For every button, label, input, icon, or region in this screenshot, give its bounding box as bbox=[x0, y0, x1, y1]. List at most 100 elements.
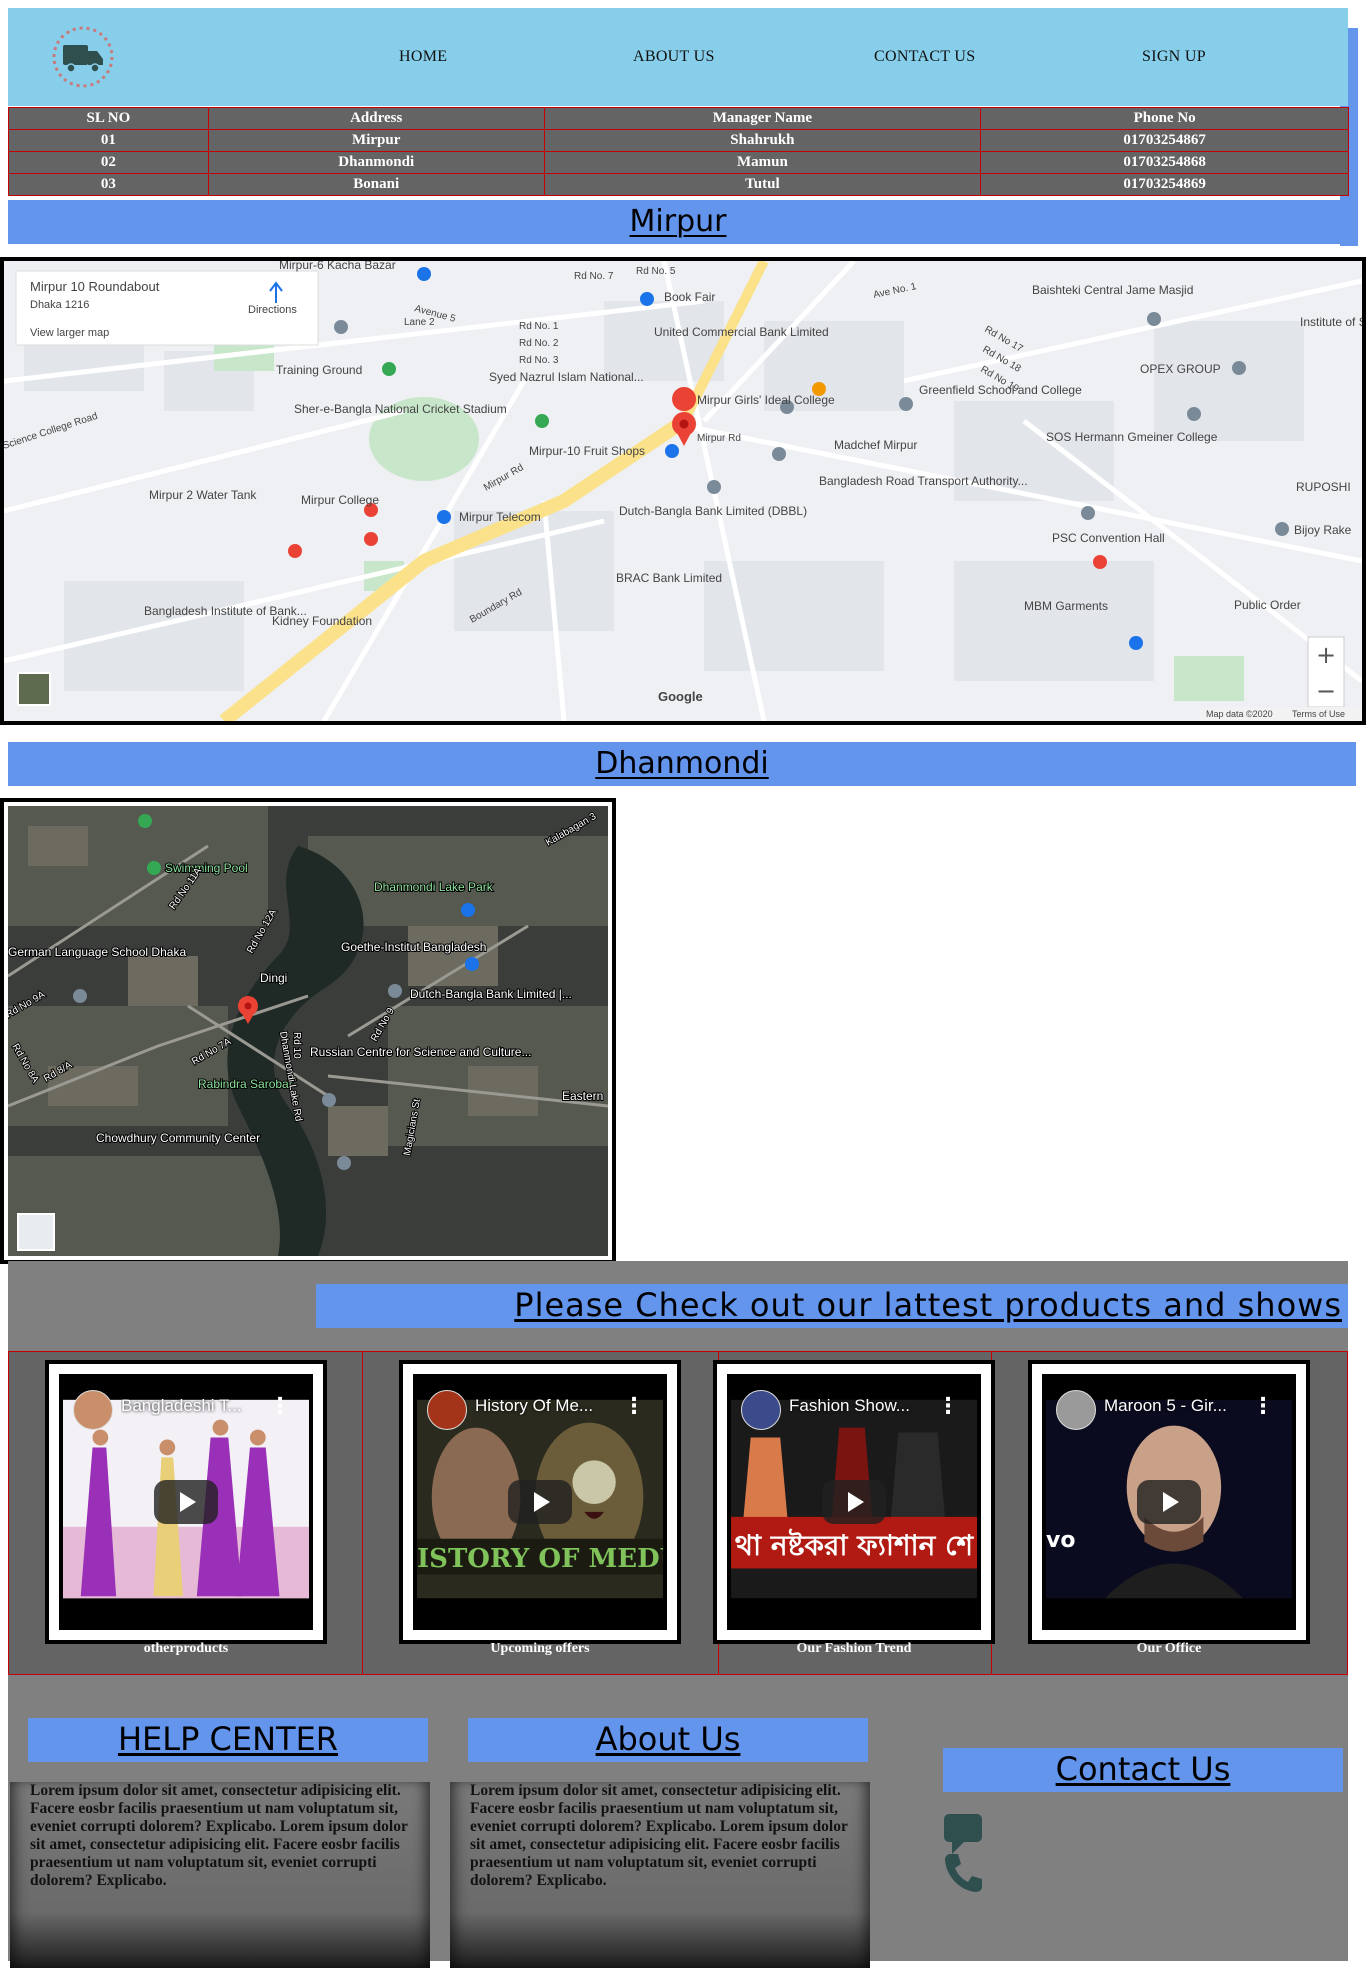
table-cell: 03 bbox=[8, 173, 209, 196]
park-pin-icon[interactable] bbox=[138, 814, 152, 828]
nav-contact-link[interactable]: CONTACT US bbox=[874, 48, 975, 66]
place-pin-icon[interactable] bbox=[1275, 522, 1289, 536]
bank-pin-icon[interactable] bbox=[465, 957, 479, 971]
dhanmondi-map-canvas[interactable]: Swimming Pool Dhanmondi Lake Park Goethe… bbox=[4, 806, 609, 1256]
bank-pin-icon[interactable] bbox=[461, 903, 475, 917]
dhanmondi-map[interactable]: Swimming Pool Dhanmondi Lake Park Goethe… bbox=[0, 798, 616, 1264]
shop-pin-icon[interactable] bbox=[437, 510, 451, 524]
park-pin-icon[interactable] bbox=[535, 414, 549, 428]
map-label: Public Order bbox=[1234, 598, 1301, 612]
place-pin-icon[interactable] bbox=[1081, 506, 1095, 520]
place-pin-icon[interactable] bbox=[1187, 407, 1201, 421]
play-icon[interactable] bbox=[154, 1480, 218, 1524]
map-label: MBM Garments bbox=[1024, 599, 1108, 613]
video-player[interactable]: থা নষ্টকরা ফ্যাশান শে Fashion Show... ⋮ bbox=[727, 1374, 981, 1630]
help-center-text: Lorem ipsum dolor sit amet, consectetur … bbox=[10, 1782, 430, 1968]
delivery-truck-icon[interactable] bbox=[48, 22, 118, 92]
table-cell: Mirpur bbox=[207, 129, 545, 152]
map-attribution: Map data ©2020 bbox=[1206, 709, 1273, 719]
video-player[interactable]: Bangladeshi T... ⋮ bbox=[59, 1374, 313, 1630]
road-label: Lane 2 bbox=[404, 317, 435, 328]
video-caption: Our Fashion Trend bbox=[796, 1641, 912, 1656]
video-embed[interactable]: থা নষ্টকরা ফ্যাশান শে Fashion Show... ⋮ bbox=[713, 1360, 995, 1644]
nav-home-link[interactable]: HOME bbox=[399, 48, 447, 66]
video-title[interactable]: Bangladeshi T... bbox=[121, 1396, 261, 1416]
more-options-icon[interactable]: ⋮ bbox=[1252, 1394, 1274, 1419]
mirpur-map-canvas[interactable]: Mirpur 10 Roundabout Dhaka 1216 View lar… bbox=[4, 261, 1362, 721]
more-options-icon[interactable]: ⋮ bbox=[623, 1394, 645, 1419]
map-label: Russian Centre for Science and Culture..… bbox=[310, 1045, 531, 1059]
zoom-in-button[interactable]: + bbox=[1316, 641, 1336, 669]
table-cell: Dhanmondi bbox=[207, 151, 545, 174]
contact-us-title-bar: Contact Us bbox=[943, 1748, 1343, 1792]
park-pin-icon[interactable] bbox=[382, 362, 396, 376]
more-options-icon[interactable]: ⋮ bbox=[269, 1394, 291, 1419]
restaurant-pin-icon[interactable] bbox=[1093, 555, 1107, 569]
column-header: Phone No bbox=[980, 107, 1349, 130]
zoom-out-button[interactable]: − bbox=[1316, 677, 1336, 705]
map-label: BRAC Bank Limited bbox=[616, 571, 722, 585]
place-pin-icon[interactable] bbox=[388, 984, 402, 998]
channel-avatar[interactable] bbox=[73, 1390, 113, 1430]
table-cell: Mamun bbox=[543, 151, 982, 174]
map-label: Mirpur-10 Fruit Shops bbox=[529, 444, 645, 458]
map-label: United Commercial Bank Limited bbox=[654, 325, 829, 339]
park-pin-icon[interactable] bbox=[147, 861, 161, 875]
products-heading: Please Check out our lattest products an… bbox=[514, 1286, 1342, 1324]
place-pin-icon[interactable] bbox=[337, 1156, 351, 1170]
table-cell: 01 bbox=[8, 129, 209, 152]
table-cell: Tutul bbox=[543, 173, 982, 196]
hospital-pin-icon[interactable] bbox=[288, 544, 302, 558]
place-pin-icon[interactable] bbox=[1147, 312, 1161, 326]
play-icon[interactable] bbox=[1137, 1480, 1201, 1524]
table-cell: Bonani bbox=[207, 173, 545, 196]
shop-pin-icon[interactable] bbox=[1129, 636, 1143, 650]
road-label: Rd No. 3 bbox=[519, 355, 559, 366]
place-pin-icon[interactable] bbox=[334, 320, 348, 334]
video-player[interactable]: vo Maroon 5 - Gir... ⋮ bbox=[1042, 1374, 1296, 1630]
video-overlay-text: vo bbox=[1046, 1528, 1076, 1553]
shop-pin-icon[interactable] bbox=[640, 292, 654, 306]
channel-avatar[interactable] bbox=[427, 1390, 467, 1430]
table-cell: 01703254869 bbox=[980, 173, 1349, 196]
place-pin-icon[interactable] bbox=[899, 397, 913, 411]
channel-avatar[interactable] bbox=[741, 1390, 781, 1430]
video-caption: Our Office bbox=[1136, 1641, 1202, 1656]
google-logo: Google bbox=[658, 689, 703, 704]
map-label: Mirpur-6 Kacha Bazar bbox=[279, 261, 396, 272]
place-pin-icon[interactable] bbox=[73, 989, 87, 1003]
table-row: 03 Bonani Tutul 01703254869 bbox=[8, 173, 1349, 196]
video-embed[interactable]: ISTORY OF MEDUSA History Of Me... ⋮ bbox=[399, 1360, 681, 1644]
map-label: Goethe-Institut Bangladesh bbox=[341, 940, 486, 954]
shop-pin-icon[interactable] bbox=[417, 267, 431, 281]
place-pin-icon[interactable] bbox=[1232, 361, 1246, 375]
directions-link[interactable]: Directions bbox=[248, 304, 297, 316]
nav-signup-link[interactable]: SIGN UP bbox=[1142, 48, 1206, 66]
video-title[interactable]: Maroon 5 - Gir... bbox=[1104, 1396, 1244, 1416]
view-larger-map-link[interactable]: View larger map bbox=[30, 327, 109, 339]
play-icon[interactable] bbox=[822, 1480, 886, 1524]
nav-about-link[interactable]: ABOUT US bbox=[633, 48, 715, 66]
map-label: RUPOSHI bbox=[1296, 480, 1351, 494]
more-options-icon[interactable]: ⋮ bbox=[937, 1394, 959, 1419]
video-title[interactable]: History Of Me... bbox=[475, 1396, 615, 1416]
map-type-toggle[interactable] bbox=[17, 1213, 55, 1251]
dhanmondi-title: Dhanmondi bbox=[595, 746, 769, 781]
video-embed[interactable]: vo Maroon 5 - Gir... ⋮ bbox=[1028, 1360, 1310, 1644]
shop-pin-icon[interactable] bbox=[665, 444, 679, 458]
video-caption: Upcoming offers bbox=[490, 1641, 590, 1656]
video-player[interactable]: ISTORY OF MEDUSA History Of Me... ⋮ bbox=[413, 1374, 667, 1630]
terms-link[interactable]: Terms of Use bbox=[1292, 709, 1345, 719]
play-icon[interactable] bbox=[508, 1480, 572, 1524]
channel-avatar[interactable] bbox=[1056, 1390, 1096, 1430]
place-pin-icon[interactable] bbox=[707, 480, 721, 494]
satellite-toggle[interactable] bbox=[17, 672, 51, 706]
video-title[interactable]: Fashion Show... bbox=[789, 1396, 929, 1416]
mirpur-map[interactable]: Mirpur 10 Roundabout Dhaka 1216 View lar… bbox=[0, 257, 1366, 725]
video-embed[interactable]: Bangladeshi T... ⋮ bbox=[45, 1360, 327, 1644]
hospital-pin-icon[interactable] bbox=[364, 532, 378, 546]
table-cell: 02 bbox=[8, 151, 209, 174]
place-pin-icon[interactable] bbox=[322, 1093, 336, 1107]
place-pin-icon[interactable] bbox=[772, 447, 786, 461]
phone-icon[interactable] bbox=[942, 1850, 984, 1894]
